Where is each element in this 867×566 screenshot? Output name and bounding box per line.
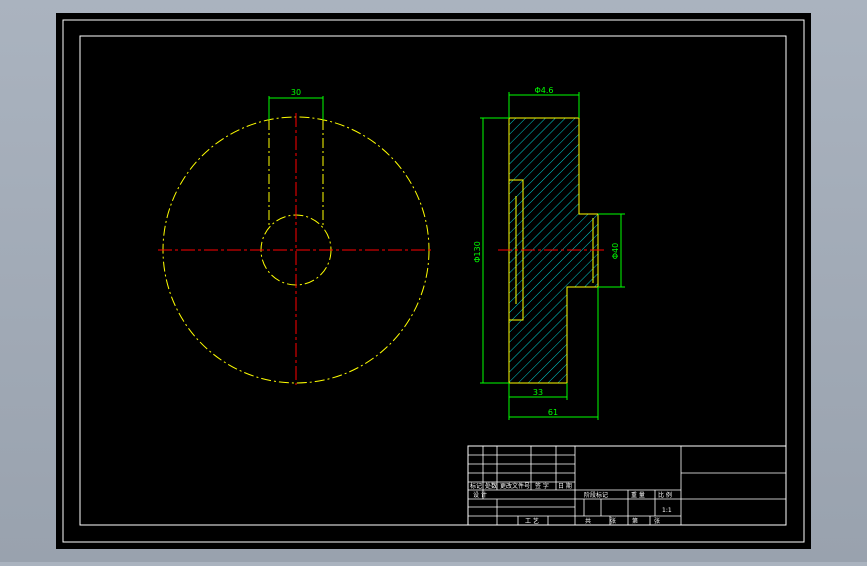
front-slot-dim-text: 30 (291, 88, 301, 97)
tb-col-mark: 标记 (470, 482, 482, 490)
tb-col-date: 日 期 (558, 482, 572, 490)
cad-viewport[interactable]: 30 Φ4.6 Φ130 Φ40 33 61 标记 处数 更改文件号 签 字 日… (0, 0, 867, 562)
drawing-canvas[interactable]: 30 Φ4.6 Φ130 Φ40 33 61 标记 处数 更改文件号 签 字 日… (0, 0, 867, 562)
tb-total-label: 共 (585, 517, 591, 525)
tb-sheet-label: 张 (610, 517, 616, 525)
tb-col-change-doc: 更改文件号 (500, 482, 530, 490)
tb-designer-label: 设 计 (473, 491, 487, 499)
section-hub-diameter-text: Φ40 (611, 243, 620, 259)
tb-weight-label: 重 量 (631, 491, 645, 499)
tb-process-label: 工 艺 (525, 517, 539, 525)
tb-sheet-no-label: 第 (632, 517, 638, 525)
tb-sheet-no-suffix: 张 (654, 517, 660, 525)
tb-stage-label: 阶段标记 (584, 491, 608, 499)
tb-scale-value: 1:1 (662, 507, 672, 514)
drawing-sheet (56, 13, 811, 549)
section-outer-diameter-text: Φ130 (473, 241, 482, 263)
section-overall-dim-text: 61 (548, 408, 558, 417)
section-top-dim-text: Φ4.6 (534, 86, 553, 95)
tb-col-count: 处数 (485, 482, 497, 490)
tb-scale-label: 比 例 (658, 491, 672, 499)
tb-col-signature: 签 字 (535, 482, 549, 490)
section-flange-dim-text: 33 (533, 388, 543, 397)
